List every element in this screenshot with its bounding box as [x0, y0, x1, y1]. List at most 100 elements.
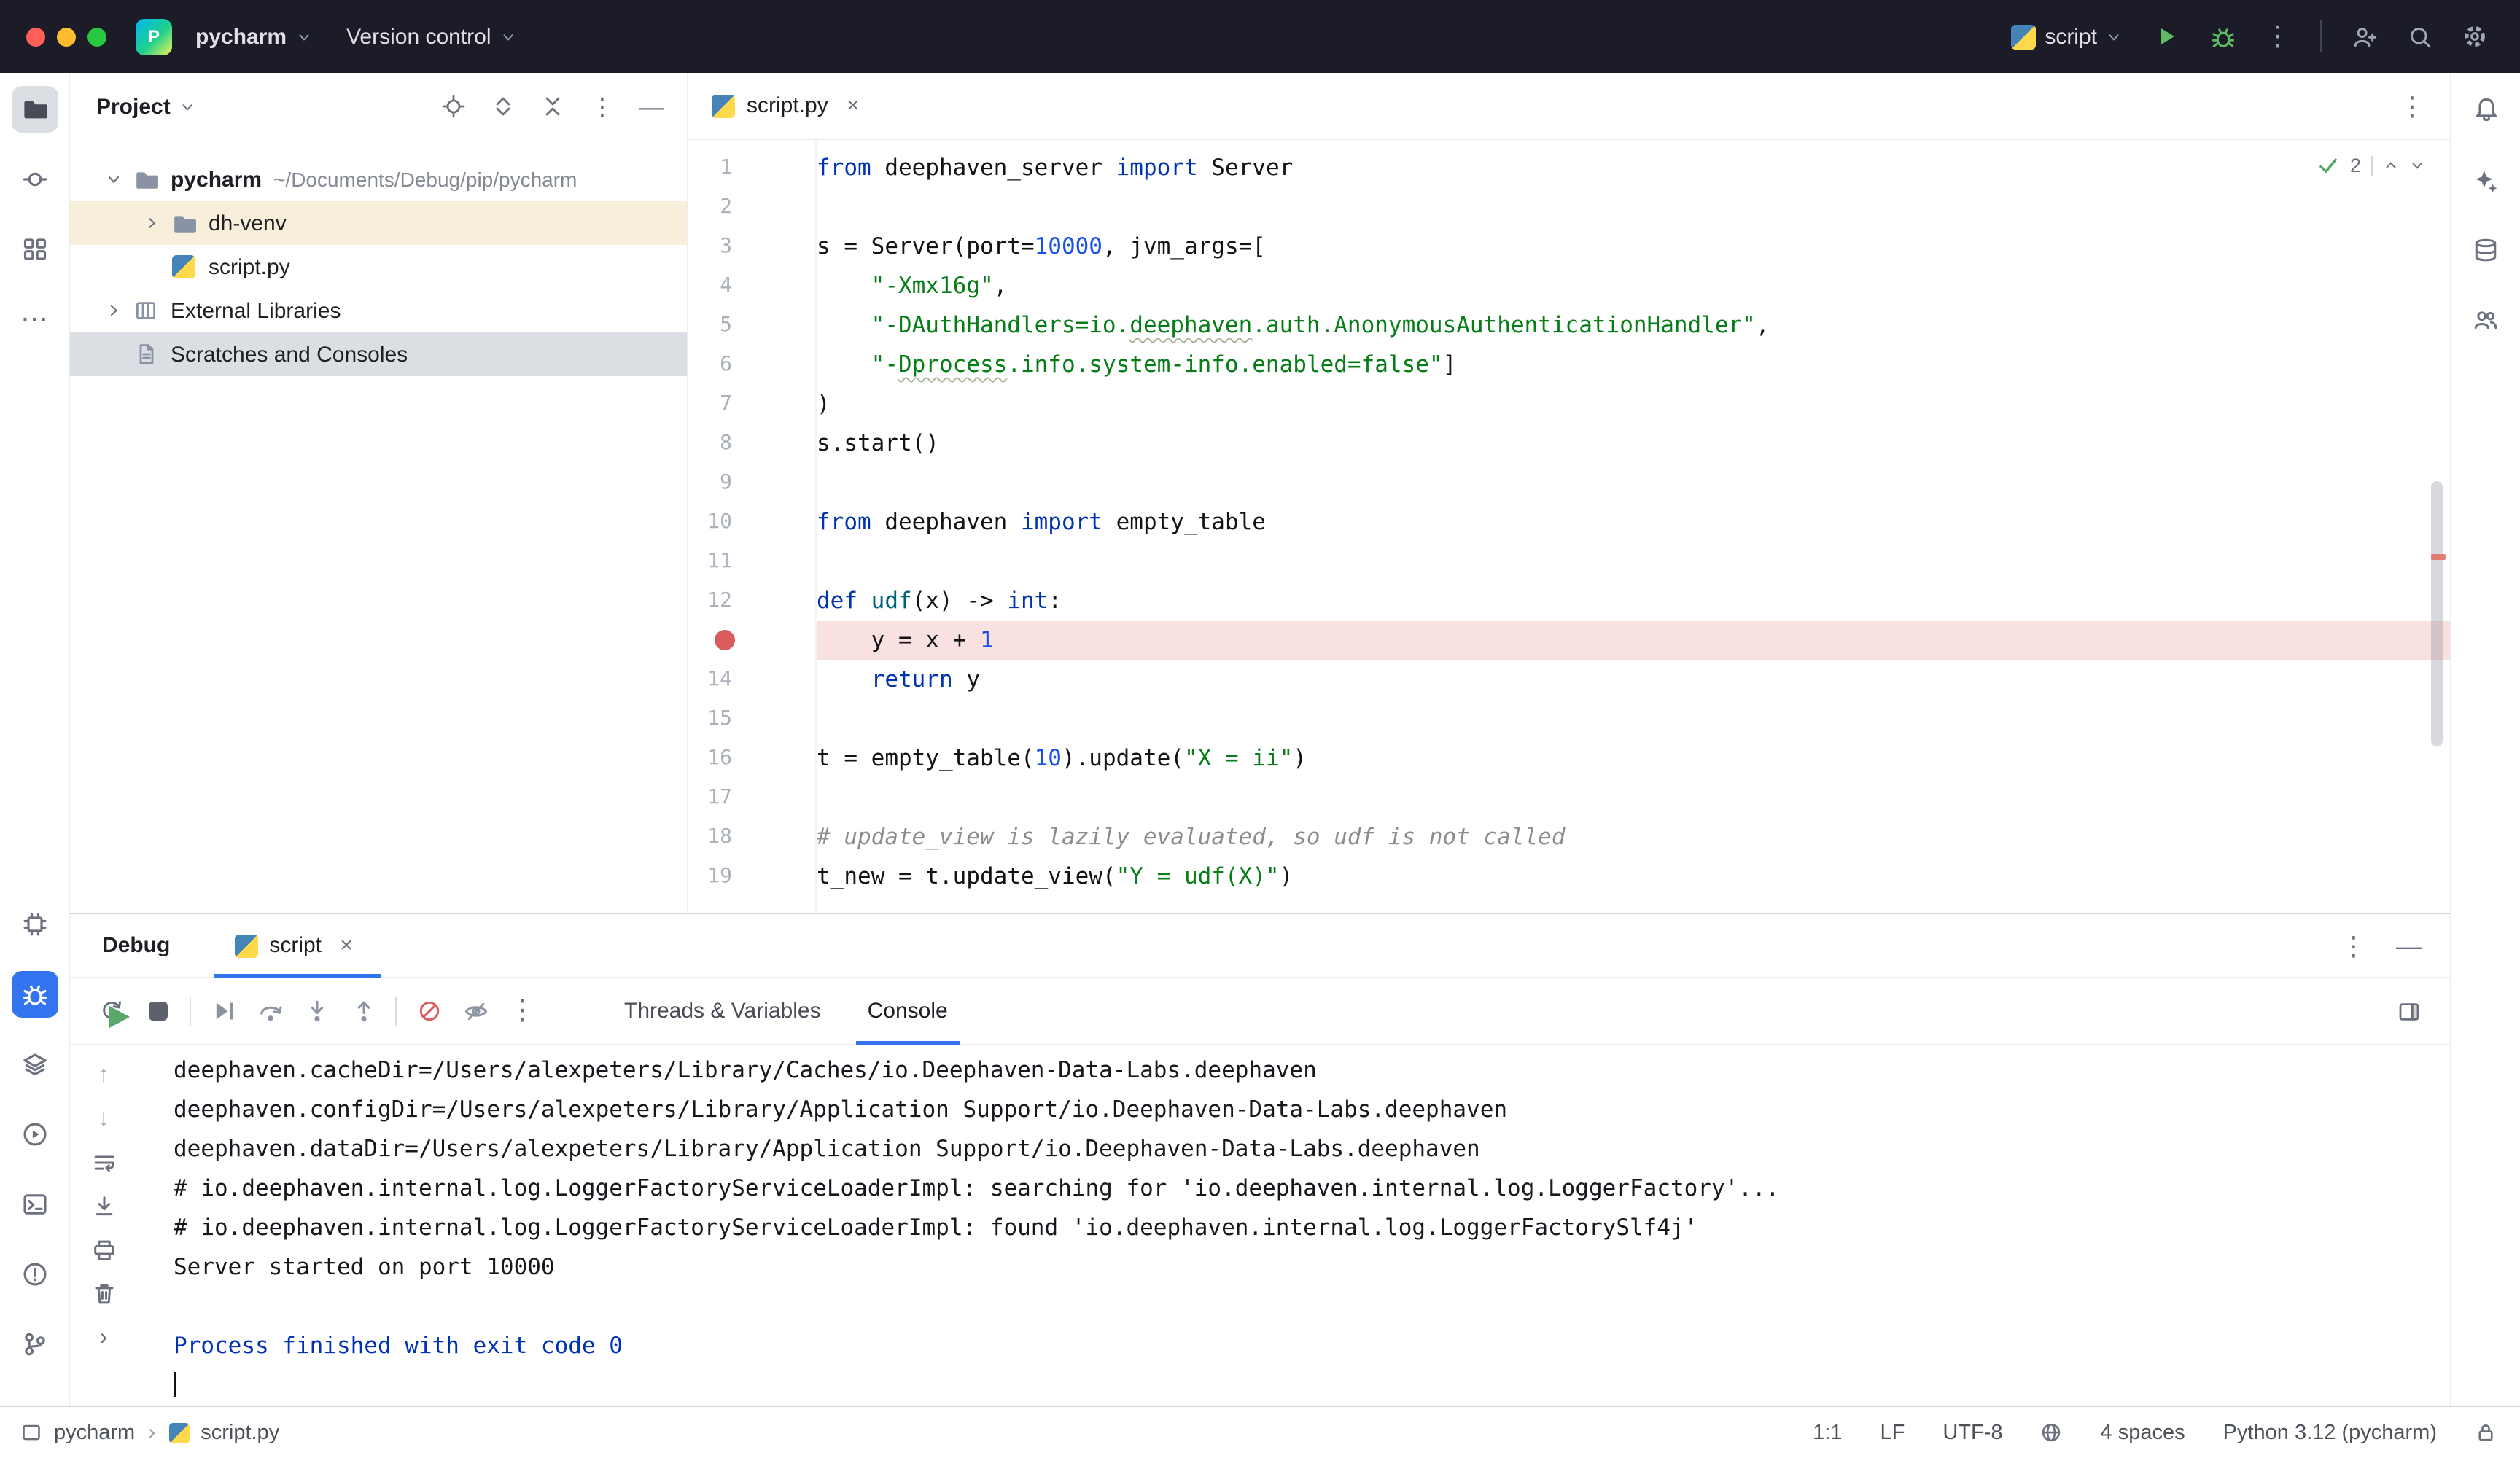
problems-tool-button[interactable]	[11, 1251, 58, 1298]
view-breakpoints-button[interactable]	[455, 991, 496, 1032]
editor-options-button[interactable]: ⋮	[2392, 85, 2432, 126]
breadcrumb-project[interactable]: pycharm	[54, 1421, 135, 1444]
line-number-gutter[interactable]: 18	[688, 818, 817, 857]
ai-assistant-tool-button[interactable]	[2462, 156, 2509, 203]
hide-debug-panel-button[interactable]: —	[2389, 925, 2430, 966]
debug-tool-button[interactable]	[11, 971, 58, 1018]
code-line-text[interactable]: from deephaven_server import Server	[817, 149, 2450, 188]
line-separator[interactable]: LF	[1881, 1421, 1905, 1444]
commit-tool-button[interactable]	[11, 156, 58, 203]
vcs-widget[interactable]: Version control	[335, 17, 527, 56]
select-opened-file-button[interactable]	[439, 92, 468, 121]
collaboration-tool-button[interactable]	[2462, 296, 2509, 343]
close-window-button[interactable]	[26, 27, 45, 46]
code-line-text[interactable]	[817, 464, 2450, 503]
debug-session-tab[interactable]: script ×	[214, 914, 380, 977]
chevron-right-icon[interactable]	[134, 214, 169, 232]
run-configuration-selector[interactable]: script	[1999, 17, 2134, 56]
inspection-widget[interactable]: 2	[2311, 152, 2432, 179]
python-packages-tool-button[interactable]	[11, 901, 58, 948]
tree-item-scratches[interactable]: Scratches and Consoles	[70, 332, 687, 376]
search-everywhere-button[interactable]	[2398, 15, 2441, 58]
editor-scrollbar[interactable]	[2431, 481, 2443, 746]
code-line-text[interactable]	[817, 188, 2450, 227]
code-line-text[interactable]: from deephaven import empty_table	[817, 503, 2450, 542]
debug-more-button[interactable]: ⋮	[502, 991, 542, 1032]
database-tool-button[interactable]	[2462, 226, 2509, 273]
line-number-gutter[interactable]: 7	[688, 385, 817, 424]
tree-item-dh-venv[interactable]: dh-venv	[70, 201, 687, 245]
code-line-text[interactable]: t = empty_table(10).update("X = ii")	[817, 739, 2450, 779]
run-button[interactable]	[2145, 15, 2189, 58]
line-number-gutter[interactable]: 17	[688, 779, 817, 818]
code-editor[interactable]: 1from deephaven_server import Server23s …	[688, 140, 2450, 913]
line-number-gutter[interactable]: 15	[688, 700, 817, 739]
stop-button[interactable]	[137, 991, 178, 1032]
tree-item-pycharm[interactable]: pycharm ~/Documents/Debug/pip/pycharm	[70, 157, 687, 201]
chevron-right-icon[interactable]	[96, 302, 131, 319]
version-control-tool-button[interactable]	[11, 1321, 58, 1368]
resume-button[interactable]	[203, 991, 244, 1032]
code-with-me-button[interactable]	[2342, 15, 2386, 58]
fullscreen-window-button[interactable]	[88, 27, 106, 46]
step-into-button[interactable]	[296, 991, 337, 1032]
more-actions-button[interactable]: ⋮	[2256, 15, 2300, 58]
code-line-text[interactable]: def udf(x) -> int:	[817, 582, 2450, 621]
debug-button[interactable]	[2201, 15, 2244, 58]
project-tool-button[interactable]	[11, 86, 58, 133]
structure-tool-button[interactable]	[11, 226, 58, 273]
tree-item-external-libraries[interactable]: External Libraries	[70, 289, 687, 332]
clear-console-button[interactable]	[91, 1282, 116, 1306]
line-number-gutter[interactable]: 2	[688, 188, 817, 227]
caret-position[interactable]: 1:1	[1813, 1421, 1842, 1444]
rerun-button[interactable]	[90, 991, 131, 1032]
code-line-text[interactable]: )	[817, 385, 2450, 424]
line-number-gutter[interactable]: 8	[688, 424, 817, 464]
code-line-text[interactable]: s = Server(port=10000, jvm_args=[	[817, 227, 2450, 267]
tab-script-py[interactable]: script.py ×	[688, 73, 884, 139]
pycharm-logo-icon[interactable]: P	[136, 18, 172, 55]
chevron-down-icon[interactable]	[96, 171, 131, 188]
prev-problem-icon[interactable]	[2383, 157, 2399, 174]
more-tool-windows-button[interactable]: ⋯	[11, 296, 58, 343]
error-stripe-mark[interactable]	[2431, 554, 2446, 560]
expand-toolbar-button[interactable]: ›	[100, 1325, 108, 1350]
chevron-down-icon[interactable]	[179, 98, 195, 114]
next-problem-icon[interactable]	[2409, 157, 2425, 174]
code-line-text[interactable]: t_new = t.update_view("Y = udf(X)")	[817, 857, 2450, 897]
expand-all-button[interactable]	[489, 92, 518, 121]
project-widget[interactable]: pycharm	[184, 17, 323, 56]
line-number-gutter[interactable]: 11	[688, 542, 817, 582]
line-number-gutter[interactable]: 4	[688, 267, 817, 306]
readonly-lock-icon[interactable]	[2475, 1422, 2497, 1443]
print-console-button[interactable]	[91, 1238, 116, 1263]
notifications-tool-button[interactable]	[2462, 86, 2509, 133]
layout-settings-button[interactable]	[2389, 991, 2430, 1032]
line-number-gutter[interactable]: 14	[688, 660, 817, 700]
python-interpreter[interactable]: Python 3.12 (pycharm)	[2223, 1421, 2437, 1444]
code-line-text[interactable]: "-Dprocess.info.system-info.enabled=fals…	[817, 346, 2450, 385]
line-number-gutter[interactable]: 12	[688, 582, 817, 621]
line-number-gutter[interactable]: 19	[688, 857, 817, 897]
file-encoding[interactable]: UTF-8	[1942, 1421, 2002, 1444]
code-line-text[interactable]	[817, 700, 2450, 739]
run-tool-button[interactable]	[11, 1111, 58, 1158]
indent-style[interactable]: 4 spaces	[2101, 1421, 2185, 1444]
code-line-text[interactable]: "-DAuthHandlers=io.deephaven.auth.Anonym…	[817, 306, 2450, 346]
breakpoint-gutter[interactable]	[688, 621, 817, 660]
step-over-button[interactable]	[249, 991, 290, 1032]
tab-console[interactable]: Console	[844, 978, 971, 1044]
line-number-gutter[interactable]: 5	[688, 306, 817, 346]
code-line-text[interactable]: return y	[817, 660, 2450, 700]
breadcrumb-file[interactable]: script.py	[201, 1421, 279, 1444]
code-line-text[interactable]: "-Xmx16g",	[817, 267, 2450, 306]
code-line-text[interactable]: y = x + 1	[817, 621, 2450, 660]
tab-threads-variables[interactable]: Threads & Variables	[601, 978, 844, 1044]
line-number-gutter[interactable]: 16	[688, 739, 817, 779]
terminal-tool-button[interactable]	[11, 1181, 58, 1228]
services-tool-button[interactable]	[11, 1041, 58, 1088]
code-line-text[interactable]: s.start()	[817, 424, 2450, 464]
code-line-text[interactable]	[817, 542, 2450, 582]
collapse-all-button[interactable]	[538, 92, 567, 121]
breakpoint-icon[interactable]	[715, 630, 735, 650]
